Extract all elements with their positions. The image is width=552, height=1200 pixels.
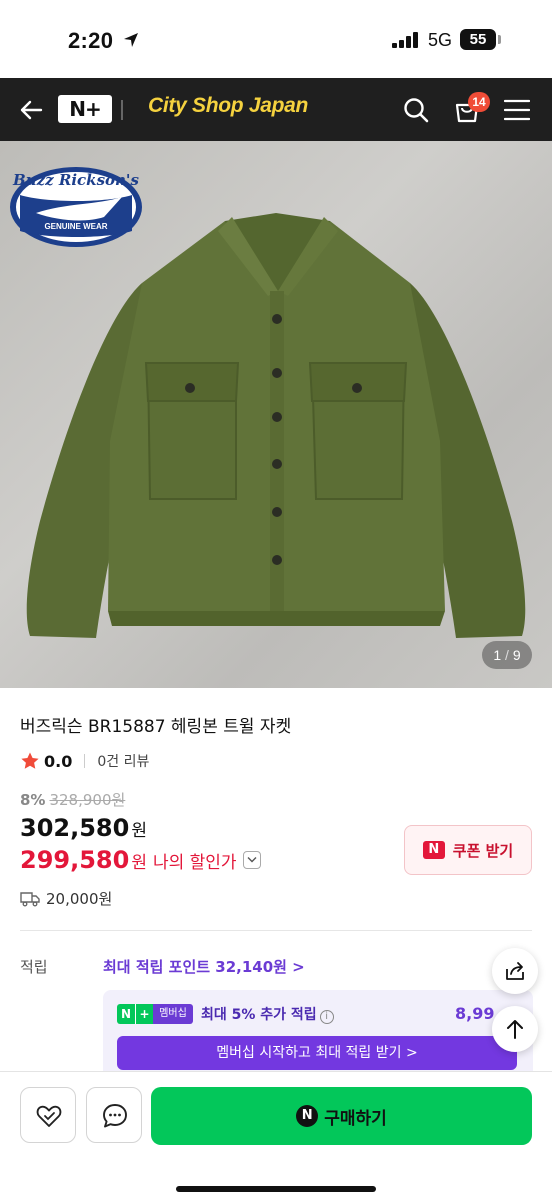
- membership-amount: 8,99: [455, 1004, 495, 1023]
- sale-price-value: 302,580: [20, 814, 130, 842]
- my-price-currency: 원: [131, 852, 147, 873]
- shipping-fee: 20,000원: [46, 890, 113, 908]
- star-icon: [21, 752, 39, 769]
- membership-badge-plus: +: [135, 1004, 153, 1024]
- max-points-link[interactable]: 최대 적립 포인트 32,140원 >: [103, 956, 305, 977]
- rating-row[interactable]: 0.0 0건 리뷰: [20, 750, 149, 772]
- membership-badge-label: 멤버십: [153, 1004, 193, 1024]
- chevron-down-icon[interactable]: [242, 851, 261, 869]
- coupon-button[interactable]: N 쿠폰 받기: [404, 825, 532, 875]
- naver-pay-icon: N: [296, 1105, 319, 1127]
- my-price-row[interactable]: 299,580 원 나의 할인가: [20, 846, 261, 874]
- section-divider: [20, 930, 532, 931]
- truck-icon: [20, 891, 40, 906]
- image-total: 9: [512, 647, 521, 663]
- header-divider: [121, 100, 123, 120]
- naver-plus-logo[interactable]: N+: [58, 95, 112, 123]
- svg-text:GENUINE WEAR: GENUINE WEAR: [44, 222, 107, 231]
- membership-extra-text: 최대 5% 추가 적립: [201, 1007, 317, 1023]
- signal-icon: [392, 32, 420, 48]
- rating-divider: [84, 754, 86, 768]
- brand-logo: Buzz Rickson's GENUINE WEAR: [10, 167, 142, 247]
- points-label: 적립: [20, 958, 48, 976]
- image-current: 1: [493, 647, 502, 663]
- review-count[interactable]: 0건 리뷰: [97, 751, 149, 771]
- info-icon[interactable]: i: [319, 1010, 334, 1024]
- svg-text:Buzz Rickson's: Buzz Rickson's: [12, 171, 139, 189]
- rating-value: 0.0: [44, 751, 73, 771]
- coupon-label: 쿠폰 받기: [452, 841, 514, 860]
- membership-badge: N + 멤버십: [117, 1004, 193, 1024]
- search-icon[interactable]: [402, 96, 430, 124]
- product-name: 버즈릭슨 BR15887 헤링본 트윌 자켓: [20, 717, 292, 737]
- battery-icon: 55: [460, 29, 496, 50]
- status-bar: 2:20 5G 55: [0, 0, 552, 78]
- shop-title[interactable]: City Shop Japan: [148, 94, 308, 118]
- status-time: 2:20: [68, 28, 114, 53]
- original-price: 328,900원: [49, 791, 126, 809]
- image-counter: 1 / 9: [482, 641, 532, 669]
- cart-count-badge: 14: [468, 92, 490, 112]
- chat-bubble-icon: [103, 1104, 127, 1128]
- app-header: N+ City Shop Japan 14: [0, 78, 552, 141]
- sale-price: 302,580 원: [20, 814, 147, 842]
- home-indicator: [176, 1186, 376, 1192]
- network-type: 5G: [428, 30, 453, 50]
- hamburger-menu-icon[interactable]: [504, 98, 530, 122]
- image-separator: /: [505, 647, 509, 663]
- sale-price-currency: 원: [131, 821, 147, 841]
- membership-extra-points: 최대 5% 추가 적립 i: [201, 1004, 334, 1024]
- membership-badge-n: N: [117, 1004, 135, 1024]
- scroll-top-button[interactable]: [492, 1006, 538, 1052]
- share-icon: [506, 962, 524, 980]
- shipping-row: 20,000원: [20, 888, 112, 909]
- heart-icon: [36, 1105, 62, 1127]
- membership-start-button[interactable]: 멤버십 시작하고 최대 적립 받기 >: [117, 1036, 517, 1070]
- buy-label: 구매하기: [324, 1108, 387, 1129]
- product-image-carousel[interactable]: Buzz Rickson's GENUINE WEAR 1 / 9: [0, 141, 552, 688]
- bottom-action-bar: N 구매하기: [0, 1071, 552, 1200]
- arrow-up-icon: [507, 1020, 523, 1039]
- my-price-value: 299,580: [20, 846, 130, 874]
- wishlist-button[interactable]: [20, 1087, 76, 1143]
- back-arrow-icon[interactable]: [18, 97, 44, 123]
- membership-box: N + 멤버십 최대 5% 추가 적립 i 8,99 멤버십 시작하고 최대 적립…: [103, 990, 533, 1080]
- discount-row: 8% 328,900원: [20, 789, 125, 810]
- battery-cap: [498, 35, 501, 44]
- discount-rate: 8%: [20, 790, 46, 809]
- naver-n-icon: N: [422, 841, 445, 859]
- my-price-label: 나의 할인가: [152, 852, 237, 873]
- buy-button[interactable]: N 구매하기: [151, 1087, 532, 1145]
- talktalk-button[interactable]: [86, 1087, 142, 1143]
- share-button[interactable]: [492, 948, 538, 994]
- location-arrow-icon: [124, 33, 138, 47]
